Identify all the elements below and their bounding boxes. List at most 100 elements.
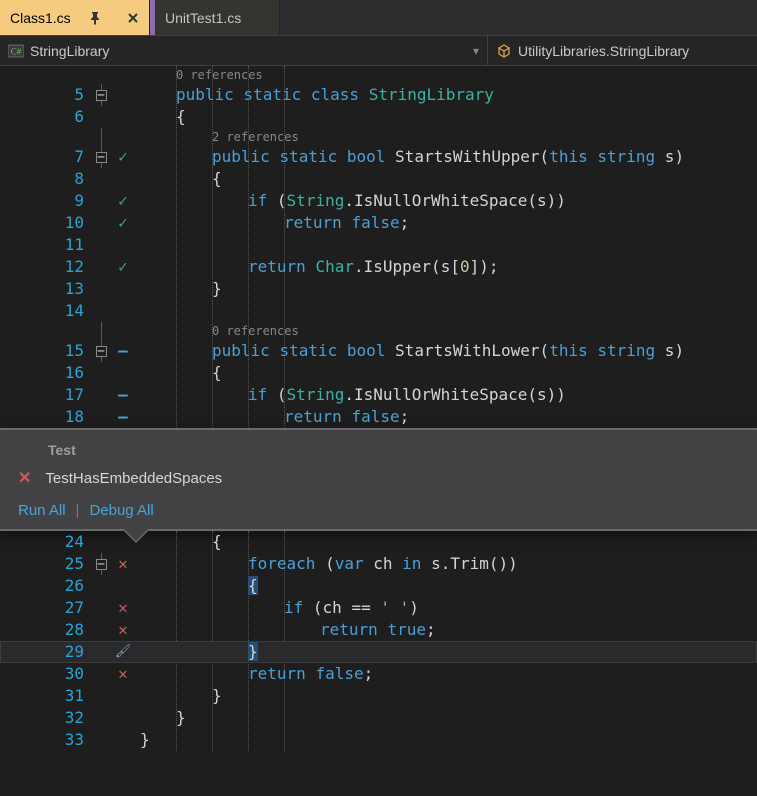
line-number: 16 (0, 362, 92, 384)
code-text: foreach (var ch in s.Trim()) (136, 553, 518, 575)
debug-all-link[interactable]: Debug All (89, 502, 153, 519)
line-number (0, 128, 92, 146)
line-number: 10 (0, 212, 92, 234)
code-text: { (136, 362, 222, 384)
references-count[interactable]: 2 references (136, 126, 299, 148)
tab-label: Class1.cs (10, 10, 71, 26)
code-line: 5−public static class StringLibrary (0, 84, 757, 106)
chevron-down-icon: ▾ (473, 44, 479, 58)
fail-icon: ✕ (18, 468, 31, 488)
fold-gutter (92, 66, 110, 84)
line-number: 7 (0, 146, 92, 168)
line-number: 31 (0, 685, 92, 707)
code-line: 13} (0, 278, 757, 300)
status-gutter: ✓ (110, 190, 136, 212)
not-run-icon: — (118, 340, 128, 362)
status-gutter: — (110, 384, 136, 406)
tab-label: UnitTest1.cs (165, 10, 241, 26)
code-text: { (136, 531, 222, 553)
status-gutter: ✕ (110, 597, 136, 619)
code-text: { (136, 106, 186, 128)
fold-gutter: − (92, 84, 110, 106)
code-line: 8{ (0, 168, 757, 190)
not-run-icon: — (118, 406, 128, 428)
code-line: 28 ✕ return true; (0, 619, 757, 641)
brush-icon: 🖌 (115, 641, 132, 663)
line-number: 26 (0, 575, 92, 597)
code-line: 9 ✓ if (String.IsNullOrWhiteSpace(s)) (0, 190, 757, 212)
line-number: 30 (0, 663, 92, 685)
fold-toggle[interactable]: − (96, 559, 107, 570)
code-line: 7−✓ public static bool StartsWithUpper(th… (0, 146, 757, 168)
pass-icon: ✓ (118, 190, 128, 212)
tab-class1[interactable]: Class1.cs (0, 0, 150, 35)
code-text: if (String.IsNullOrWhiteSpace(s)) (136, 384, 566, 406)
status-gutter (110, 66, 136, 84)
code-text: return true; (136, 619, 436, 641)
svg-text:C#: C# (11, 46, 22, 56)
code-text: if (ch == ' ') (136, 597, 419, 619)
fail-icon: ✕ (118, 619, 128, 641)
code-text: public static bool StartsWithUpper(this … (136, 146, 684, 168)
type-dropdown[interactable]: UtilityLibraries.StringLibrary (488, 36, 757, 65)
status-gutter (110, 128, 136, 146)
run-all-link[interactable]: Run All (18, 502, 66, 519)
close-icon[interactable] (127, 12, 139, 24)
line-number: 17 (0, 384, 92, 406)
codelens[interactable]: 2 references (0, 128, 757, 146)
fail-icon: ✕ (118, 597, 128, 619)
code-text: } (136, 685, 222, 707)
namespace-dropdown[interactable]: C# StringLibrary ▾ (0, 36, 488, 65)
line-number: 28 (0, 619, 92, 641)
code-line: 24 { (0, 531, 757, 553)
test-name: TestHasEmbeddedSpaces (45, 470, 222, 487)
codelens[interactable]: 0 references (0, 322, 757, 340)
code-text: if (String.IsNullOrWhiteSpace(s)) (136, 190, 566, 212)
references-count[interactable]: 0 references (136, 320, 299, 342)
status-gutter: ✕ (110, 619, 136, 641)
failed-test-row[interactable]: ✕ TestHasEmbeddedSpaces (18, 468, 739, 488)
code-line: 27✕if (ch == ' ') (0, 597, 757, 619)
code-text: return Char.IsUpper(s[0]); (136, 256, 499, 278)
class-icon (496, 43, 512, 59)
fold-gutter: − (92, 146, 110, 168)
line-number: 24 (0, 531, 92, 553)
line-number: 15 (0, 340, 92, 362)
csharp-icon: C# (8, 44, 24, 58)
status-gutter: — (110, 406, 136, 428)
popup-header: Test (48, 442, 739, 458)
code-editor[interactable]: 24{25−✕foreach (var ch in s.Trim())26{27… (0, 531, 757, 751)
fold-gutter (92, 322, 110, 340)
line-number: 8 (0, 168, 92, 190)
pass-icon: ✓ (118, 256, 128, 278)
code-editor[interactable]: 0 references5−public static class String… (0, 66, 757, 428)
code-text: } (136, 278, 222, 300)
fold-toggle[interactable]: − (96, 90, 107, 101)
pin-icon[interactable] (87, 11, 101, 25)
code-text: return false; (136, 406, 409, 428)
line-number: 33 (0, 729, 92, 751)
code-text: { (136, 168, 222, 190)
pass-icon: ✓ (118, 146, 128, 168)
fold-toggle[interactable]: − (96, 152, 107, 163)
codelens[interactable]: 0 references (0, 66, 757, 84)
code-line: 16 { (0, 362, 757, 384)
namespace-label: StringLibrary (30, 43, 109, 59)
line-number: 29 (0, 641, 92, 663)
code-line: 10✓return false; (0, 212, 757, 234)
status-gutter: ✕ (110, 553, 136, 575)
code-text: } (136, 641, 258, 663)
nav-bar: C# StringLibrary ▾ UtilityLibraries.Stri… (0, 36, 757, 66)
line-number: 25 (0, 553, 92, 575)
tab-unittest1[interactable]: UnitTest1.cs (150, 0, 280, 35)
fail-icon: ✕ (118, 553, 128, 575)
status-gutter: — (110, 340, 136, 362)
references-count[interactable]: 0 references (136, 64, 263, 86)
code-line: 33} (0, 729, 757, 751)
line-number: 9 (0, 190, 92, 212)
separator: | (76, 502, 80, 519)
test-popup: Test ✕ TestHasEmbeddedSpaces Run All | D… (0, 428, 757, 531)
code-line: 11 (0, 234, 757, 256)
fold-toggle[interactable]: − (96, 346, 107, 357)
line-number: 18 (0, 406, 92, 428)
